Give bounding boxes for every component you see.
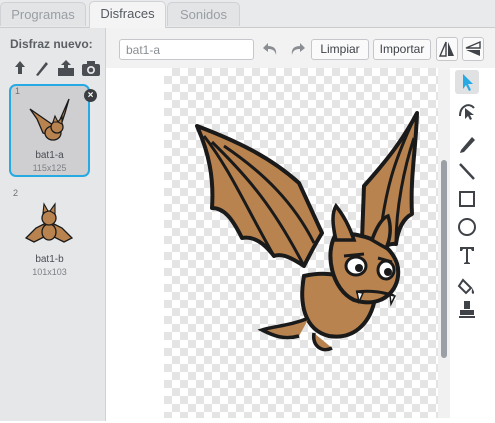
editor-toolbar: Limpiar Importar: [106, 28, 495, 68]
canvas-scrollbar[interactable]: [438, 68, 450, 418]
clear-button[interactable]: Limpiar: [311, 39, 369, 60]
upload-icon[interactable]: [56, 59, 76, 77]
costume-size: 101x103: [32, 267, 67, 277]
costumes-panel: Disfraz nuevo: 1 bat1-a 115x125 × 2 bat1…: [0, 28, 106, 421]
fill-icon[interactable]: [455, 274, 479, 298]
ellipse-icon[interactable]: [455, 215, 479, 239]
delete-costume-button[interactable]: ×: [84, 89, 97, 102]
flip-horizontal-icon[interactable]: [436, 37, 458, 61]
select-icon[interactable]: [455, 70, 479, 94]
costume-number: 2: [13, 188, 19, 198]
costume-name: bat1-a: [35, 150, 64, 161]
bat-costume-drawing: [195, 111, 419, 352]
costume-item-1[interactable]: 1 bat1-a 115x125: [9, 84, 90, 177]
pencil-icon[interactable]: [455, 131, 479, 155]
paint-tools: [450, 68, 495, 421]
stamp-icon[interactable]: [455, 298, 479, 322]
tab-costumes[interactable]: Disfraces: [89, 1, 166, 28]
line-icon[interactable]: [455, 159, 479, 183]
costume-thumbnail: [24, 202, 74, 243]
paint-new-icon[interactable]: [32, 59, 52, 77]
rectangle-icon[interactable]: [455, 187, 479, 211]
paint-canvas[interactable]: [164, 68, 438, 418]
text-icon[interactable]: [455, 243, 479, 267]
costume-size: 115x125: [32, 163, 67, 173]
paint-from-library-icon[interactable]: [10, 59, 30, 77]
tab-sounds[interactable]: Sonidos: [167, 2, 240, 26]
new-costume-label: Disfraz nuevo:: [10, 37, 93, 51]
camera-icon[interactable]: [81, 59, 101, 77]
costume-thumbnail: [29, 98, 70, 141]
reshape-icon[interactable]: [455, 98, 479, 122]
costume-item-2[interactable]: 2 bat1-b 101x103: [9, 188, 90, 281]
undo-icon[interactable]: [261, 40, 281, 58]
tab-bar: Programas Disfraces Sonidos: [0, 0, 495, 28]
tab-programs[interactable]: Programas: [0, 2, 86, 26]
import-button[interactable]: Importar: [373, 39, 431, 60]
costume-name: bat1-b: [35, 254, 64, 265]
scrollbar-thumb[interactable]: [441, 160, 447, 358]
costume-number: 1: [15, 86, 21, 96]
costume-name-field[interactable]: [119, 39, 254, 60]
flip-vertical-icon[interactable]: [462, 37, 484, 61]
redo-icon[interactable]: [287, 40, 307, 58]
